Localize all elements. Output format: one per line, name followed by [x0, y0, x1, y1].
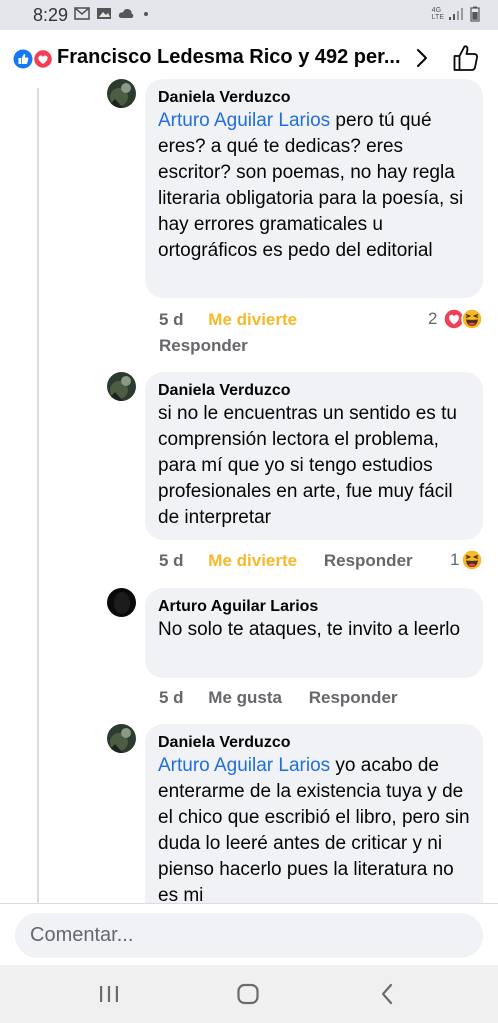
comment-time: 5 d [159, 688, 184, 707]
gallery-icon [97, 8, 111, 19]
gmail-icon [74, 7, 90, 20]
comment-author[interactable]: Arturo Aguilar Larios [158, 596, 470, 617]
notification-icons [74, 7, 148, 20]
like-reaction-icon [13, 49, 33, 69]
comment-text: si no le encuentras un sentido es tu com… [158, 403, 457, 528]
avatar[interactable] [107, 372, 136, 401]
chevron-right-icon[interactable] [412, 46, 432, 70]
cloud-icon [118, 8, 134, 18]
comment-text: No solo te ataques, te invito a leerlo [158, 619, 461, 640]
reaction-button[interactable]: Me divierte [208, 551, 297, 570]
comment-bubble[interactable]: Arturo Aguilar Larios No solo te ataques… [145, 588, 483, 678]
reaction-count[interactable]: 1 [450, 550, 459, 570]
comment-text: Arturo Aguilar Larios yo acabo de entera… [158, 755, 470, 906]
system-nav-bar [0, 965, 498, 1023]
comment-text: Arturo Aguilar Larios pero tú qué eres? … [158, 110, 464, 261]
avatar[interactable] [107, 588, 136, 617]
comment-time: 5 d [159, 551, 184, 570]
comment-composer [0, 903, 498, 965]
reactions-summary[interactable] [13, 49, 53, 69]
reaction-count[interactable]: 2 [428, 309, 437, 329]
avatar[interactable] [107, 79, 136, 108]
comment-actions: 5 d Me divierte Responder [159, 551, 413, 571]
mention-link[interactable]: Arturo Aguilar Larios [158, 110, 330, 131]
reaction-button[interactable]: Me divierte [208, 310, 297, 329]
comment-bubble[interactable]: Daniela Verduzco si no le encuentras un … [145, 372, 483, 540]
home-icon[interactable] [235, 981, 261, 1007]
more-notifications-dot [144, 11, 148, 16]
reply-button[interactable]: Responder [324, 551, 413, 570]
comment-author[interactable]: Daniela Verduzco [158, 87, 470, 108]
status-bar: 8:29 4G LTE [0, 0, 498, 30]
thumbs-up-icon[interactable] [452, 43, 480, 73]
haha-reaction-icon [461, 549, 483, 571]
haha-reaction-icon [461, 308, 483, 330]
mention-link[interactable]: Arturo Aguilar Larios [158, 755, 330, 776]
recent-apps-icon[interactable] [96, 981, 122, 1007]
comment-actions: 5 d Me gusta Responder [159, 688, 398, 708]
signal-icon [449, 8, 463, 20]
header-title[interactable]: Francisco Ledesma Rico y 492 per... [57, 46, 402, 69]
comment-bubble[interactable]: Daniela Verduzco Arturo Aguilar Larios p… [145, 79, 483, 298]
comment-author[interactable]: Daniela Verduzco [158, 380, 470, 401]
network-label: 4G LTE [431, 7, 444, 21]
system-icons: 4G LTE [432, 6, 480, 22]
like-button[interactable]: Me gusta [208, 688, 282, 707]
reply-button[interactable]: Responder [159, 336, 248, 356]
status-time: 8:29 [33, 5, 69, 25]
comment-time: 5 d [159, 310, 184, 329]
love-reaction-icon [32, 49, 53, 69]
back-icon[interactable] [375, 981, 401, 1007]
comment-input[interactable] [15, 913, 483, 958]
avatar[interactable] [107, 724, 136, 753]
comment-author[interactable]: Daniela Verduzco [158, 732, 470, 753]
thread-connector-line [37, 88, 39, 903]
battery-icon [470, 6, 480, 22]
reply-button[interactable]: Responder [309, 688, 398, 707]
comment-actions: 5 d Me divierte [159, 310, 297, 330]
